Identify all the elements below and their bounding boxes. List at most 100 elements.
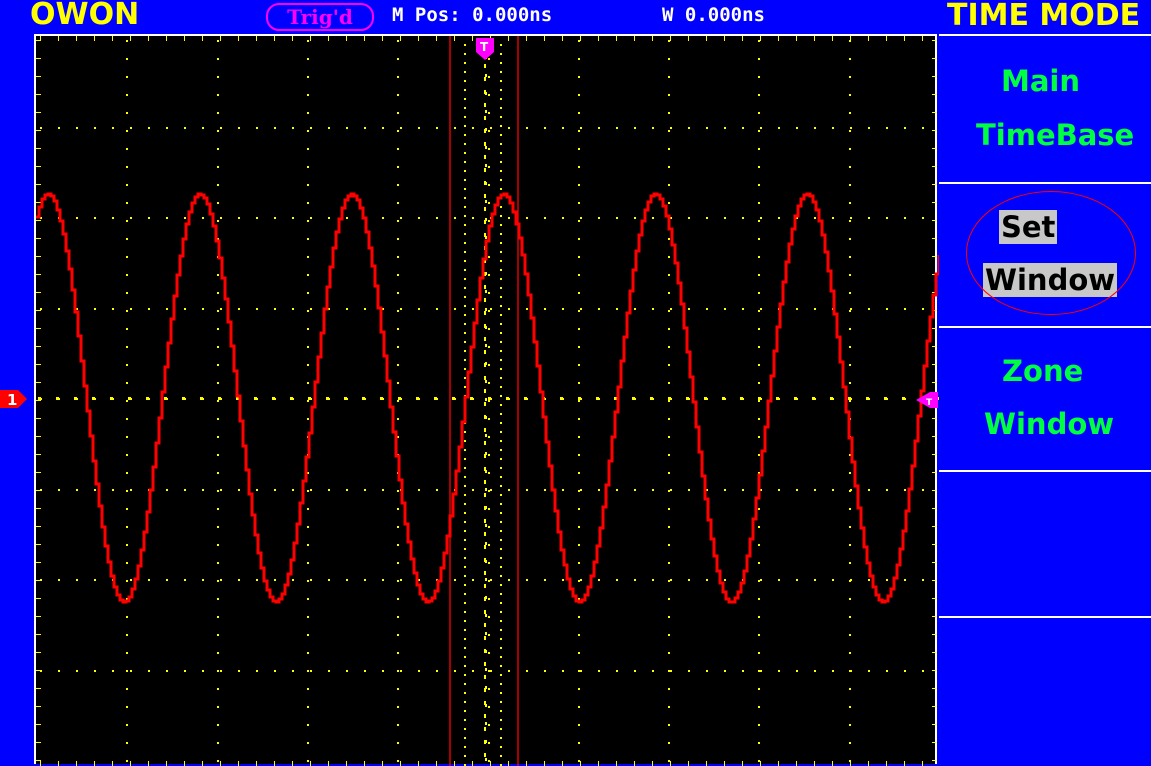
grid-dot <box>164 397 167 400</box>
grid-dot <box>490 489 492 491</box>
grid-dot <box>849 148 851 150</box>
grid-dot <box>217 526 219 528</box>
grid-dot <box>126 40 128 42</box>
grid-dot <box>668 634 670 636</box>
grid-dot <box>485 164 487 167</box>
menu-item-empty-5[interactable] <box>939 616 1151 764</box>
grid-dot <box>94 36 95 41</box>
grid-dot <box>36 76 41 77</box>
grid-dot <box>488 508 490 510</box>
grid-dot <box>849 220 851 222</box>
waveform-display[interactable]: T T <box>34 34 939 766</box>
grid-dot <box>126 454 128 456</box>
grid-dot <box>668 670 670 672</box>
grid-dot <box>758 310 760 312</box>
grid-dot <box>400 127 402 129</box>
grid-dot <box>364 308 366 310</box>
grid-dot <box>526 670 528 672</box>
grid-dot <box>307 562 309 564</box>
grid-dot <box>832 579 834 581</box>
grid-dot <box>724 36 725 41</box>
grid-dot <box>760 36 761 41</box>
grid-dot <box>382 579 384 581</box>
grid-dot <box>706 308 708 310</box>
grid-dot <box>578 436 580 438</box>
grid-dot <box>454 670 456 672</box>
grid-dot <box>922 36 923 41</box>
grid-dot <box>307 760 309 762</box>
grid-dot <box>307 220 309 222</box>
grid-dot <box>36 58 41 59</box>
grid-dot <box>126 652 128 654</box>
grid-dot <box>544 489 546 491</box>
grid-dot <box>307 400 309 402</box>
grid-dot <box>346 308 348 310</box>
grid-dot <box>488 76 490 78</box>
grid-dot <box>307 490 309 492</box>
grid-dot <box>849 328 851 330</box>
grid-dot <box>668 706 670 708</box>
grid-dot <box>36 130 41 131</box>
grid-dot <box>58 36 59 41</box>
grid-dot <box>217 706 219 708</box>
menu-item-zone-window[interactable]: Zone Window <box>939 326 1151 470</box>
grid-dot <box>508 36 509 41</box>
grid-dot <box>760 308 762 310</box>
grid-dot <box>126 472 128 474</box>
grid-dot <box>397 580 399 582</box>
grid-dot <box>397 58 399 60</box>
grid-dot <box>148 217 150 219</box>
grid-dot <box>932 526 937 527</box>
grid-dot <box>760 217 762 219</box>
grid-dot <box>397 382 399 384</box>
grid-dot <box>217 724 219 726</box>
menu-item-empty-4[interactable] <box>939 470 1151 616</box>
grid-dot <box>307 598 309 600</box>
grid-dot <box>578 40 580 42</box>
grid-dot <box>560 397 563 400</box>
grid-dot <box>274 36 275 41</box>
grid-dot <box>526 36 527 41</box>
grid-dot <box>397 292 399 294</box>
grid-dot <box>217 436 219 438</box>
brand-logo: OWON <box>30 0 140 32</box>
grid-dot <box>126 580 128 582</box>
grid-dot <box>256 308 258 310</box>
grid-dot <box>668 166 670 168</box>
grid-dot <box>758 382 760 384</box>
grid-dot <box>742 670 744 672</box>
grid-dot <box>668 742 670 744</box>
grid-dot <box>36 292 41 293</box>
grid-dot <box>292 670 294 672</box>
grid-dot <box>758 670 760 672</box>
grid-dot <box>758 724 760 726</box>
grid-dot <box>578 202 580 204</box>
grid-dot <box>578 166 580 168</box>
grid-dot <box>562 579 564 581</box>
grid-dot <box>166 217 168 219</box>
grid-dot <box>796 308 798 310</box>
grid-dot <box>380 397 383 400</box>
grid-dot <box>488 148 490 150</box>
grid-dot <box>126 544 128 546</box>
grid-dot <box>758 580 760 582</box>
grid-dot <box>126 112 128 114</box>
grid-dot <box>397 184 399 186</box>
grid-dot <box>616 579 618 581</box>
grid-dot <box>758 706 760 708</box>
grid-dot <box>36 202 41 203</box>
grid-dot <box>307 724 309 726</box>
grid-dot <box>307 58 309 60</box>
grid-dot <box>849 634 851 636</box>
menu-item-set-window[interactable]: Set Window <box>939 182 1151 326</box>
grid-dot <box>578 94 580 96</box>
grid-dot <box>254 397 257 400</box>
grid-dot <box>488 400 490 402</box>
grid-dot <box>688 127 690 129</box>
grid-dot <box>578 256 580 258</box>
trigger-level-label: T <box>926 398 933 408</box>
grid-dot <box>580 127 582 129</box>
grid-dot <box>485 398 487 401</box>
grid-dot <box>796 579 798 581</box>
menu-item-main-timebase[interactable]: Main TimeBase <box>939 34 1151 182</box>
